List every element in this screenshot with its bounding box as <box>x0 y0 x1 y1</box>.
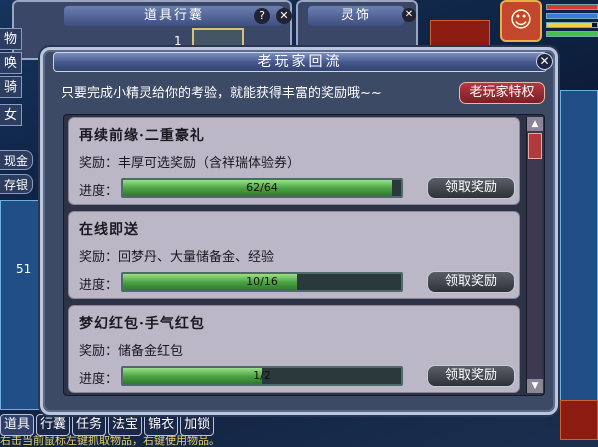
task-title: 再续前缘·二重豪礼 <box>79 128 205 144</box>
side-tab-pets[interactable]: 物 <box>0 28 22 50</box>
progress-label: 进度： <box>79 278 119 293</box>
task-reward: 奖励：丰厚可选奖励（含祥瑞体验券） <box>79 156 301 171</box>
progress-bar: 62/64 <box>121 178 403 198</box>
side-tab-female[interactable]: 女 <box>0 104 22 126</box>
close-icon[interactable]: ✕ <box>536 53 553 70</box>
progress-label: 进度： <box>79 184 119 199</box>
spirit-window-title: 灵饰 <box>308 6 404 26</box>
progress-bar: 10/16 <box>121 272 403 292</box>
side-tab-summon[interactable]: 唤 <box>0 52 22 74</box>
tab-outfit[interactable]: 锦衣 <box>144 414 179 436</box>
stat-bar-fill <box>547 5 597 9</box>
scroll-down-icon[interactable]: ▼ <box>527 379 543 393</box>
dialog-title: 老玩家回流 <box>53 52 547 72</box>
veteran-privilege-button[interactable]: 老玩家特权 <box>459 82 545 104</box>
savings-label: 存银 <box>0 174 34 194</box>
progress-label: 进度： <box>79 372 119 387</box>
scene-decoration <box>560 400 598 440</box>
cash-label: 现金 <box>0 150 34 170</box>
stat-bar-fill <box>547 23 592 27</box>
stat-bar <box>546 31 598 37</box>
progress-text: 1/2 <box>253 369 271 382</box>
veteran-return-dialog: 老玩家回流 ✕ 只要完成小精灵给你的考验，就能获得丰富的奖励哦~~ 老玩家特权 … <box>40 47 558 415</box>
task-card: 梦幻红包·手气红包 奖励：储备金红包 进度： 1/2 领取奖励 <box>68 305 520 393</box>
scroll-thumb[interactable] <box>528 133 542 159</box>
intro-text: 只要完成小精灵给你的考验，就能获得丰富的奖励哦~~ <box>61 86 382 101</box>
bottom-tab-bar: 道具 行囊 任务 法宝 锦衣 加锁 <box>0 414 215 436</box>
bag-window-title: 道具行囊 <box>64 6 284 26</box>
scene-decoration <box>560 90 598 410</box>
stat-bar-fill <box>547 32 597 36</box>
tab-quests[interactable]: 任务 <box>72 414 107 436</box>
task-card: 在线即送 奖励：回梦丹、大量储备金、经验 进度： 10/16 领取奖励 <box>68 211 520 299</box>
side-tab-mount[interactable]: 骑 <box>0 76 22 98</box>
task-reward: 奖励：储备金红包 <box>79 344 184 359</box>
progress-text: 10/16 <box>246 275 278 288</box>
status-hint: 右击当前鼠标左键抓取物品，右键使用物品。 <box>0 435 220 447</box>
stat-bar <box>546 22 598 28</box>
avatar[interactable]: ☺ <box>500 0 542 42</box>
task-card: 再续前缘·二重豪礼 奖励：丰厚可选奖励（含祥瑞体验券） 进度： 62/64 领取… <box>68 117 520 205</box>
item-count: 51 <box>16 262 32 276</box>
scroll-up-icon[interactable]: ▲ <box>527 117 543 131</box>
claim-reward-button[interactable]: 领取奖励 <box>427 177 515 199</box>
scene-decoration <box>430 20 490 50</box>
tab-items[interactable]: 道具 <box>0 414 35 436</box>
help-icon[interactable]: ? <box>254 8 270 24</box>
progress-text: 62/64 <box>246 181 278 194</box>
claim-reward-button[interactable]: 领取奖励 <box>427 365 515 387</box>
tab-lock[interactable]: 加锁 <box>180 414 215 436</box>
task-title: 梦幻红包·手气红包 <box>79 316 205 332</box>
tab-treasure[interactable]: 法宝 <box>108 414 143 436</box>
stat-bar <box>546 13 598 19</box>
close-icon[interactable]: ✕ <box>276 8 292 24</box>
task-reward: 奖励：回梦丹、大量储备金、经验 <box>79 250 275 265</box>
scene-decoration <box>0 200 40 410</box>
task-list[interactable]: 再续前缘·二重豪礼 奖励：丰厚可选奖励（含祥瑞体验券） 进度： 62/64 领取… <box>63 114 545 396</box>
task-title: 在线即送 <box>79 222 139 238</box>
item-count: 1 <box>174 34 182 48</box>
stat-bar <box>546 4 598 10</box>
close-icon[interactable]: ✕ <box>402 8 416 22</box>
progress-bar: 1/2 <box>121 366 403 386</box>
claim-reward-button[interactable]: 领取奖励 <box>427 271 515 293</box>
stat-bar-fill <box>547 14 597 18</box>
tab-bag[interactable]: 行囊 <box>36 414 71 436</box>
scrollbar[interactable]: ▲ ▼ <box>526 117 543 393</box>
